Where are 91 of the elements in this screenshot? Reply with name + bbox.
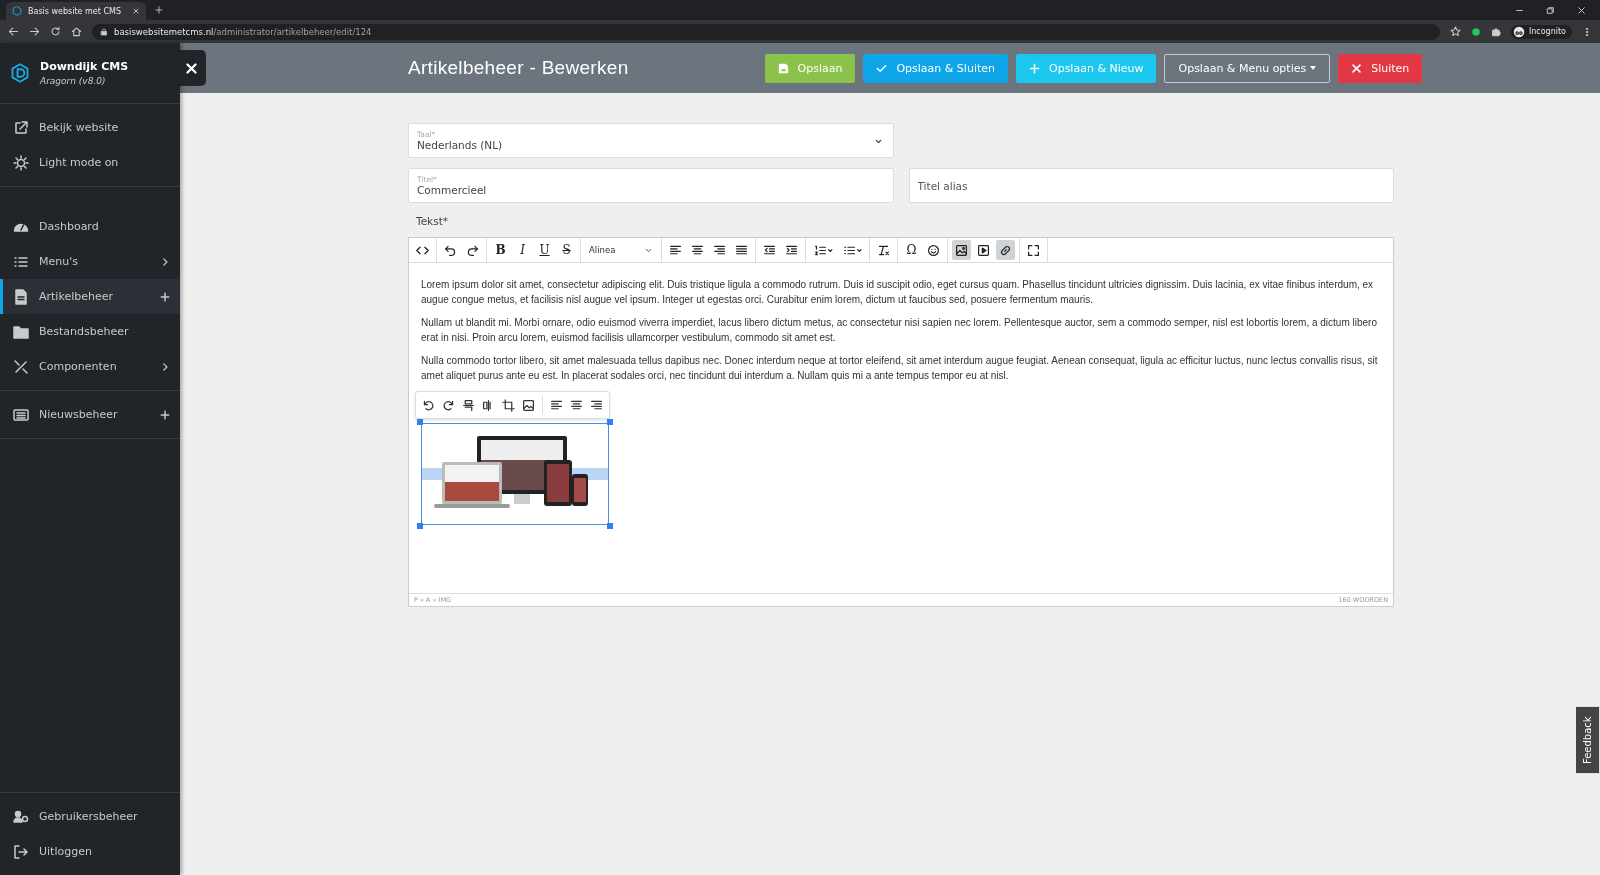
sidebar-item[interactable]: Dashboard — [0, 209, 180, 244]
paragraph: Nullam ut blandit mi. Morbi ornare, odio euismod viverra imperdiet, lacus libero dictum metus, ac consectetur nisi sapien nec lorem. Pellentesque auctor, sem a commodo semper, nisl est lobortis lorem, a dictum libero erat in nisi. Proin arcu lorem, euismod facilisis ullamcorper vestibulum, commodo sit amet est. — [421, 316, 1378, 345]
brand-name: Downdijk CMS — [40, 60, 129, 73]
toolbar-button[interactable] — [996, 240, 1015, 260]
plus-icon — [1029, 62, 1040, 74]
link-icon — [999, 243, 1012, 257]
external-link-icon — [13, 119, 29, 136]
toolbar-button[interactable]: I — [513, 240, 532, 260]
flip-vertical-icon — [462, 398, 475, 412]
numbered-list-icon — [812, 243, 834, 257]
text-label: Tekst* — [415, 214, 449, 227]
justify-icon — [735, 243, 748, 257]
forward-icon — [29, 26, 40, 37]
sidebar-item[interactable]: Componenten — [0, 349, 180, 384]
plus-icon — [160, 409, 170, 420]
clear-format-icon — [877, 243, 890, 257]
indent-icon — [785, 243, 798, 257]
selected-devices-image[interactable] — [421, 423, 609, 525]
undo-icon — [444, 243, 457, 257]
plus-icon — [160, 291, 170, 302]
newspaper-icon — [13, 406, 29, 423]
paragraph: Nulla commodo tortor libero, sit amet malesuada tellus dapibus nec. Donec interdum neque at tortor eleifend, sit amet interdum augue feugiat. Aenean consequat, ligula ac efficitur luctus, nunc lectus convallis risus, sit amet aliquet purus ante eu est. In placerat sodales orci, nec tincidunt dui interdum a. Nullam quis mi a ante tempus tempor eu at nisl. — [421, 354, 1379, 383]
toolbar-button[interactable] — [952, 240, 971, 260]
image-icon — [955, 243, 968, 257]
rotate-left-icon — [422, 398, 435, 412]
home-icon — [71, 26, 82, 37]
resize-handle[interactable] — [607, 419, 613, 425]
reload-icon — [50, 26, 61, 37]
emoji-icon — [927, 243, 940, 257]
restore-icon — [1546, 5, 1555, 15]
sidebar-item[interactable]: Uitloggen — [0, 834, 180, 869]
extension-dot-icon — [1470, 26, 1481, 37]
align-right-icon — [590, 398, 603, 412]
menu-button[interactable]: Opslaan & Menu opties — [1164, 53, 1331, 83]
back-icon — [8, 26, 19, 37]
users-gear-icon — [13, 808, 29, 825]
logout-icon — [13, 843, 29, 860]
close-icon — [184, 61, 198, 75]
toolbar-button[interactable]: U — [535, 240, 554, 260]
close-button[interactable]: Sluiten — [1338, 53, 1423, 83]
toolbar-button[interactable]: B — [491, 240, 510, 260]
align-center-icon — [691, 243, 704, 257]
rotate-right-icon — [442, 398, 455, 412]
sidebar-item[interactable]: Gebruikersbeheer — [0, 799, 180, 834]
star-icon — [1449, 26, 1461, 37]
chevron-down-icon — [873, 137, 883, 146]
align-center-icon — [570, 398, 583, 412]
document-icon — [13, 288, 29, 305]
align-left-icon — [669, 243, 682, 257]
toolbar-button[interactable]: S — [557, 240, 576, 260]
resize-handle[interactable] — [417, 419, 423, 425]
redo-icon — [466, 243, 479, 257]
feedback-tab[interactable]: Feedback — [1576, 706, 1600, 774]
logo-icon — [12, 6, 22, 16]
sidebar-item[interactable]: Menu's — [0, 244, 180, 279]
browser-tab[interactable]: Basis website met CMS — [6, 2, 146, 20]
cms-logo-icon — [10, 63, 30, 83]
title-alias-field[interactable]: Titel alias — [908, 168, 1394, 203]
video-icon — [977, 243, 990, 257]
new-tab-icon — [154, 5, 164, 15]
profile-button[interactable]: Incognito — [1510, 24, 1572, 39]
chevron-right-icon — [160, 361, 170, 372]
close-icon — [132, 7, 140, 15]
sidebar-item[interactable]: Light mode on — [0, 145, 180, 180]
check-icon — [876, 62, 888, 74]
outdent-icon — [763, 243, 776, 257]
page-title: Artikelbeheer - Bewerken — [408, 57, 629, 79]
sidebar-item[interactable]: Nieuwsbeheer — [0, 397, 180, 432]
resize-handle[interactable] — [607, 523, 613, 529]
lock-icon — [100, 27, 108, 36]
folder-icon — [13, 323, 29, 340]
sidebar-item[interactable]: Artikelbeheer — [0, 279, 180, 314]
address-bar[interactable]: basiswebsitemetcms.nl/administrator/artikelbeheer/edit/124 — [92, 23, 1440, 40]
align-right-icon — [713, 243, 726, 257]
resize-handle[interactable] — [417, 523, 423, 529]
gear-icon — [13, 154, 29, 171]
chevron-right-icon — [160, 256, 170, 267]
incognito-icon — [1512, 25, 1525, 38]
align-left-icon — [550, 398, 563, 412]
sidebar-item[interactable]: Bestandsbeheer — [0, 314, 180, 349]
close-sidebar-button[interactable] — [176, 50, 206, 86]
close-icon — [1351, 62, 1363, 74]
crop-icon — [502, 398, 515, 412]
format-select[interactable]: Alinea — [585, 240, 657, 260]
paragraph: Lorem ipsum dolor sit amet, consectetur adipiscing elit. Duis tristique ligula a commodo rutrum. Duis id suscipit odio, eget cursus quam. Phasellus tincidunt ultricies dignissim. Duis lacinia, ex vitae finibus interdum, ex augue congue metus, et facilisis nisl augue vel ipsum. Integer ut egestas orci. Curabitur enim lorem, dictum ut faucibus sed, posuere fermentum mauris. — [421, 278, 1375, 307]
toolbar-button[interactable]: Ω — [902, 240, 921, 260]
fullscreen-icon — [1027, 243, 1040, 257]
close-icon — [1577, 5, 1586, 15]
version-label: Aragorn (v8.0) — [40, 76, 107, 86]
image-icon — [522, 398, 535, 412]
sidebar-item[interactable]: Bekijk website — [0, 110, 180, 145]
